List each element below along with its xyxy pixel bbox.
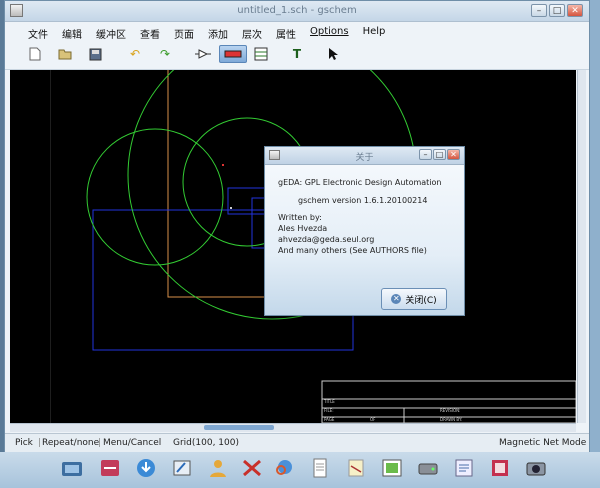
- menu-file[interactable]: 文件: [21, 22, 55, 41]
- status-repeat: Repeat/none: [42, 438, 100, 448]
- save-icon[interactable]: [85, 45, 105, 63]
- download-icon[interactable]: [134, 455, 158, 481]
- new-page-icon[interactable]: [25, 45, 45, 63]
- image-viewer-icon[interactable]: [380, 455, 404, 481]
- about-close-button[interactable]: ✕ 关闭(C): [381, 288, 447, 310]
- titleblock-title: TITLE: [323, 399, 335, 404]
- horizontal-scroll-thumb[interactable]: [204, 425, 274, 430]
- menu-page[interactable]: 页面: [167, 22, 201, 41]
- file-manager-icon[interactable]: [488, 455, 512, 481]
- menu-options[interactable]: Options: [303, 22, 356, 40]
- menu-attributes[interactable]: 属性: [269, 22, 303, 41]
- about-minimize-button[interactable]: –: [419, 149, 432, 160]
- status-mode: Magnetic Net Mode: [499, 438, 587, 448]
- maximize-button[interactable]: □: [549, 4, 565, 17]
- toolbar: ↶ ↷ T: [5, 41, 589, 70]
- notes-icon[interactable]: [344, 455, 368, 481]
- window-titlebar[interactable]: untitled_1.sch - gschem – □ ✕: [5, 1, 589, 22]
- status-grid: Grid(100, 100): [173, 438, 239, 448]
- add-component-icon[interactable]: [193, 45, 213, 63]
- system-monitor-icon[interactable]: [98, 455, 122, 481]
- titleblock-of: OF: [370, 417, 376, 422]
- titleblock-revision: REVISION:: [440, 408, 460, 413]
- about-others: And many others (See AUTHORS file): [278, 246, 427, 255]
- undo-icon[interactable]: ↶: [125, 45, 145, 63]
- status-menu: Menu/Cancel: [103, 438, 162, 448]
- menu-add[interactable]: 添加: [201, 22, 235, 41]
- window-title: untitled_1.sch - gschem: [237, 5, 357, 16]
- about-version: gschem version 1.6.1.20100214: [298, 196, 428, 205]
- document-icon[interactable]: [308, 455, 332, 481]
- about-written-by: Written by:: [278, 213, 322, 222]
- menu-help[interactable]: Help: [356, 22, 393, 40]
- horizontal-scrollbar[interactable]: [10, 423, 576, 432]
- titleblock-page: PAGE: [324, 417, 335, 422]
- open-folder-icon[interactable]: [55, 45, 75, 63]
- about-dialog: 关于 – □ ✕ gEDA: GPL Electronic Design Aut…: [264, 146, 465, 316]
- add-bus-icon[interactable]: [251, 45, 271, 63]
- about-close-x-button[interactable]: ✕: [447, 149, 460, 160]
- menubar: 文件 编辑 缓冲区 查看 页面 添加 层次 属性 Options Help: [5, 22, 589, 41]
- add-text-icon[interactable]: T: [287, 45, 307, 63]
- redo-icon[interactable]: ↷: [155, 45, 175, 63]
- about-close-label: 关闭(C): [405, 295, 437, 306]
- menu-edit[interactable]: 编辑: [55, 22, 89, 41]
- about-body: gEDA: GPL Electronic Design Automation g…: [265, 165, 464, 315]
- text-editor-icon[interactable]: [452, 455, 476, 481]
- desktop-right-edge: [590, 0, 600, 460]
- status-pick: Pick: [15, 438, 33, 448]
- about-email: ahvezda@geda.seul.org: [278, 235, 375, 244]
- titleblock-drawn-by: DRAWN BY:: [440, 417, 462, 422]
- titleblock-file: FILE:: [324, 408, 334, 413]
- about-heading: gEDA: GPL Electronic Design Automation: [278, 178, 442, 187]
- minimize-button[interactable]: –: [531, 4, 547, 17]
- about-author: Ales Hvezda: [278, 224, 328, 233]
- close-icon: ✕: [391, 294, 402, 304]
- about-maximize-button[interactable]: □: [433, 149, 446, 160]
- tools-icon[interactable]: [240, 455, 264, 481]
- finder-icon[interactable]: [60, 455, 84, 481]
- search-globe-icon[interactable]: [272, 455, 296, 481]
- drive-icon[interactable]: [416, 455, 440, 481]
- user-icon[interactable]: [206, 455, 230, 481]
- camera-icon[interactable]: [524, 455, 548, 481]
- paint-icon[interactable]: [170, 455, 194, 481]
- about-titlebar[interactable]: 关于 – □ ✕: [265, 147, 464, 165]
- menu-buffer[interactable]: 缓冲区: [89, 22, 133, 41]
- menu-view[interactable]: 查看: [133, 22, 167, 41]
- vertical-scrollbar[interactable]: [577, 70, 586, 423]
- select-pointer-icon[interactable]: [323, 45, 343, 63]
- statusbar: Pick | Repeat/none | Menu/Cancel Grid(10…: [5, 433, 589, 452]
- add-net-icon[interactable]: [219, 45, 247, 63]
- menu-hierarchy[interactable]: 层次: [235, 22, 269, 41]
- dock: [50, 455, 550, 485]
- close-window-button[interactable]: ✕: [567, 4, 583, 17]
